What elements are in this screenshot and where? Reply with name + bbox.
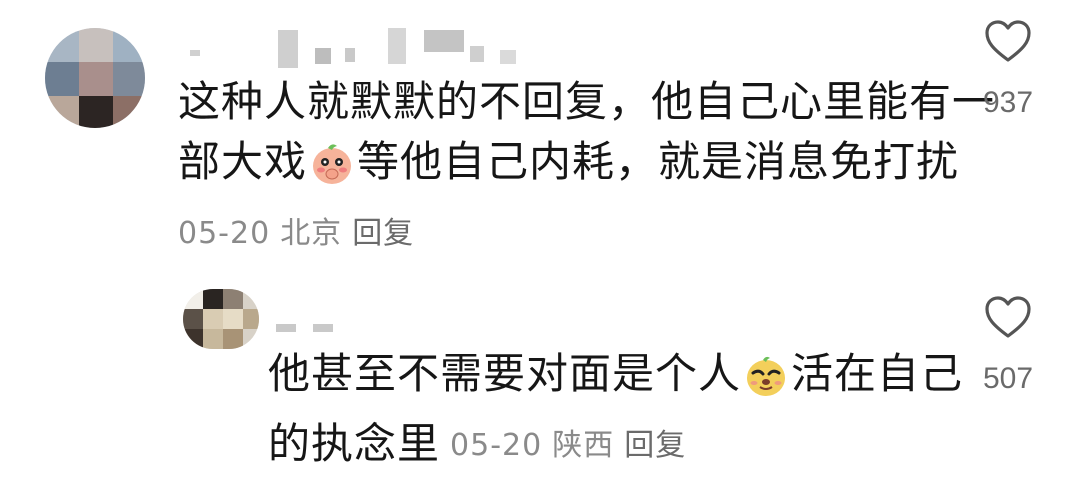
- comment-line: 的执念里 05-20 陕西 回复: [268, 414, 963, 479]
- avatar[interactable]: [183, 289, 259, 349]
- comment-line: 这种人就默默的不回复，他自己心里能有一: [178, 77, 996, 126]
- comment-location: 北京: [280, 216, 343, 251]
- heart-icon[interactable]: [968, 294, 1048, 340]
- comment-location: 陕西: [552, 428, 615, 463]
- avatar[interactable]: [45, 28, 145, 128]
- comment-meta: 05-20 北京 回复: [178, 208, 424, 252]
- reply-button[interactable]: 回复: [624, 428, 686, 463]
- comment-line: 部大戏 等他自己内耗，就是消息免打扰: [178, 132, 995, 202]
- heart-icon[interactable]: [968, 18, 1048, 64]
- comment-line: 他甚至不需要对面是个人 活在自己: [268, 344, 963, 414]
- comment-text: 他甚至不需要对面是个人 活在自己 的执念里 05-20 陕西 回复: [268, 344, 963, 479]
- comment-date: 05-20: [178, 216, 271, 251]
- comment-meta: 05-20 陕西 回复: [450, 428, 696, 463]
- comment-date: 05-20: [450, 428, 543, 463]
- shy-peach-emoji: [309, 140, 355, 202]
- like-control: 507: [968, 294, 1048, 396]
- like-count: 937: [982, 86, 1034, 119]
- like-control: 937: [968, 18, 1048, 120]
- comment-text: 这种人就默默的不回复，他自己心里能有一 部大戏 等他自己内耗，就是消息免打扰: [178, 72, 995, 202]
- smirk-dog-emoji: [743, 352, 789, 414]
- reply-button[interactable]: 回复: [352, 216, 414, 251]
- like-count: 507: [982, 362, 1034, 395]
